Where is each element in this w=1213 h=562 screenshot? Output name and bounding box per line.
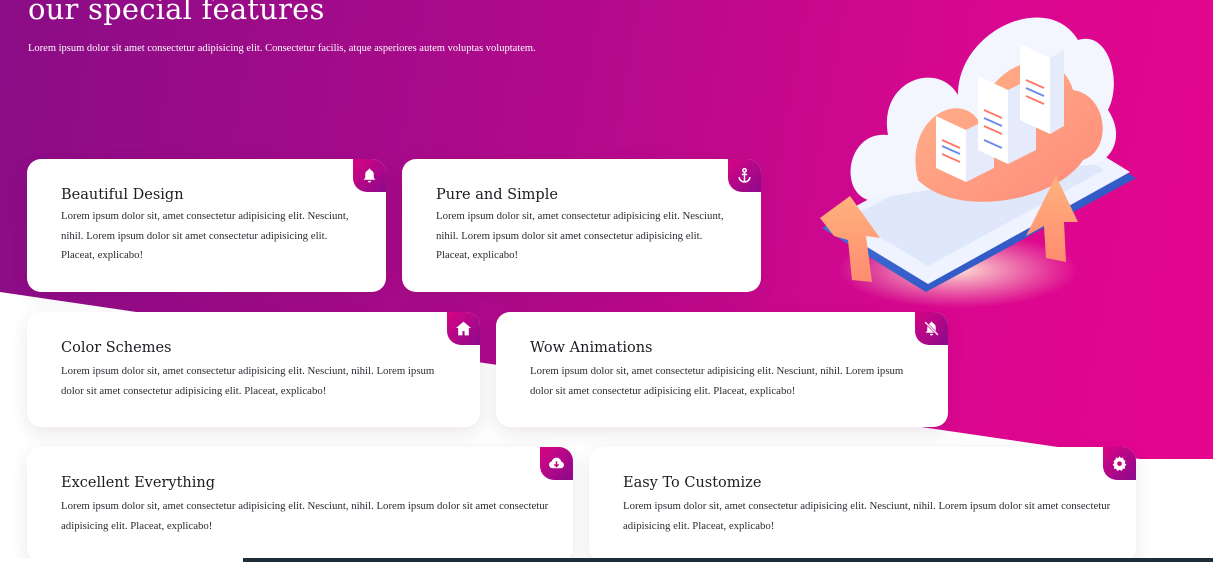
feature-title: Wow Animations xyxy=(530,340,653,356)
feature-card-excellent-everything: Excellent Everything Lorem ipsum dolor s… xyxy=(27,447,573,562)
feature-card-color-schemes: Color Schemes Lorem ipsum dolor sit, ame… xyxy=(27,312,480,427)
anchor-icon xyxy=(738,167,751,183)
feature-description: Lorem ipsum dolor sit, amet consectetur … xyxy=(61,500,549,532)
feature-title: Easy To Customize xyxy=(623,475,762,491)
feature-title: Beautiful Design xyxy=(61,187,184,203)
feature-description: Lorem ipsum dolor sit, amet consectetur … xyxy=(436,210,724,261)
feature-card-pure-and-simple: Pure and Simple Lorem ipsum dolor sit, a… xyxy=(402,159,761,292)
feature-description: Lorem ipsum dolor sit, amet consectetur … xyxy=(61,210,349,261)
feature-badge xyxy=(728,159,761,192)
feature-card-easy-to-customize: Easy To Customize Lorem ipsum dolor sit,… xyxy=(589,447,1136,562)
cloud-download-icon xyxy=(549,457,564,469)
feature-card-beautiful-design: Beautiful Design Lorem ipsum dolor sit, … xyxy=(27,159,386,292)
footer-edge xyxy=(0,558,1213,562)
feature-description: Lorem ipsum dolor sit, amet consectetur … xyxy=(61,365,435,397)
feature-badge xyxy=(1103,447,1136,480)
feature-description: Lorem ipsum dolor sit, amet consectetur … xyxy=(623,500,1111,532)
bell-slash-icon xyxy=(924,321,939,336)
feature-card-wow-animations: Wow Animations Lorem ipsum dolor sit, am… xyxy=(496,312,948,427)
section-heading: our special features xyxy=(28,0,325,26)
feature-title: Color Schemes xyxy=(61,340,172,356)
feature-title: Pure and Simple xyxy=(436,187,558,203)
feature-badge xyxy=(915,312,948,345)
feature-badge xyxy=(540,447,573,480)
feature-description: Lorem ipsum dolor sit, amet consectetur … xyxy=(530,365,904,397)
home-icon xyxy=(456,321,471,336)
feature-title: Excellent Everything xyxy=(61,475,215,491)
section-subtitle: Lorem ipsum dolor sit amet consectetur a… xyxy=(28,43,536,54)
feature-badge xyxy=(353,159,386,192)
bell-icon xyxy=(363,168,376,183)
feature-badge xyxy=(447,312,480,345)
cloud-server-illustration xyxy=(820,17,1136,308)
gear-icon xyxy=(1112,456,1127,471)
